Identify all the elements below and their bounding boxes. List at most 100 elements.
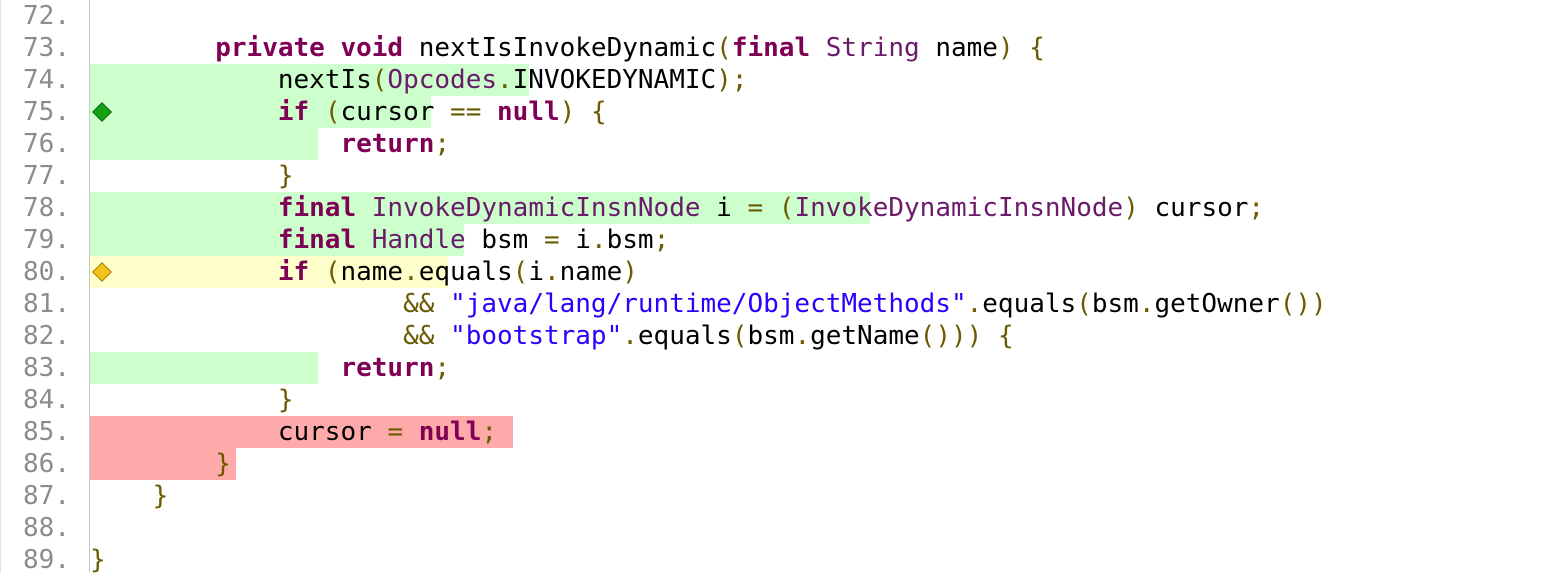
code-token: .	[966, 289, 983, 319]
code-token: (	[778, 193, 795, 223]
code-token: bsm	[465, 225, 544, 255]
code-token: return	[340, 353, 435, 383]
code-token: null	[418, 417, 482, 447]
code-line: 86. }	[0, 448, 1558, 480]
code-token: bsm	[1091, 289, 1139, 319]
code-token: "bootstrap"	[450, 321, 623, 351]
code-text: if (name.equals(i.name)	[90, 256, 638, 288]
code-token: }	[215, 449, 231, 479]
line-number: 81.	[23, 289, 70, 319]
code-text: final Handle bsm = i.bsm;	[90, 224, 669, 256]
line-number: 80.	[23, 257, 70, 287]
code-text: }	[90, 544, 106, 576]
code-text: nextIs(Opcodes.INVOKEDYNAMIC);	[90, 64, 748, 96]
code-token: return	[340, 129, 435, 159]
code-line: 72.	[0, 0, 1558, 32]
code-line: 83. return;	[0, 352, 1558, 384]
code-token: (	[731, 321, 748, 351]
code-token: (	[512, 257, 529, 287]
code-line: 78. final InvokeDynamicInsnNode i = (Inv…	[0, 192, 1558, 224]
code-token: }	[152, 481, 169, 511]
code-token: INVOKEDYNAMIC	[512, 65, 717, 95]
code-token: }	[277, 385, 294, 415]
code-token: ())	[1279, 289, 1327, 319]
code-line: 89.}	[0, 544, 1558, 576]
code-line: 75. if (cursor == null) {	[0, 96, 1558, 128]
code-text: && "java/lang/runtime/ObjectMethods".equ…	[90, 288, 1327, 320]
line-number: 79.	[23, 225, 70, 255]
code-token: .	[1138, 289, 1155, 319]
code-text: return;	[90, 352, 450, 384]
code-token: String	[825, 33, 920, 63]
line-number: 88.	[23, 513, 70, 543]
code-text: final InvokeDynamicInsnNode i = (InvokeD…	[90, 192, 1264, 224]
line-number: 77.	[23, 161, 70, 191]
code-token: =	[747, 193, 764, 223]
code-token: ;	[434, 129, 451, 159]
code-line: 82. && "bootstrap".equals(bsm.getName())…	[0, 320, 1558, 352]
code-token: name	[559, 257, 623, 287]
code-token: )	[1123, 193, 1139, 223]
code-token: ;	[1248, 193, 1265, 223]
code-token: bsm	[747, 321, 795, 351]
code-line: 87. }	[0, 480, 1558, 512]
code-token: Opcodes	[387, 65, 497, 95]
code-token: (	[1076, 289, 1092, 319]
line-number: 78.	[23, 193, 70, 223]
code-token: null	[497, 97, 560, 127]
code-token: i	[700, 193, 748, 223]
code-line: 77. }	[0, 160, 1558, 192]
code-text: cursor = null;	[90, 416, 497, 448]
line-number: 84.	[23, 385, 70, 415]
code-token: Handle	[371, 225, 466, 255]
code-text: && "bootstrap".equals(bsm.getName())) {	[90, 320, 1014, 352]
code-token: )	[622, 257, 638, 287]
code-line: 84. }	[0, 384, 1558, 416]
line-number: 85.	[23, 417, 70, 447]
code-token: InvokeDynamicInsnNode	[371, 193, 701, 223]
code-token: )	[559, 97, 576, 127]
code-token: .	[590, 225, 607, 255]
line-number: 86.	[23, 449, 70, 479]
code-token: equals	[982, 289, 1077, 319]
code-token: {	[590, 97, 607, 127]
code-token: .	[497, 65, 513, 95]
code-line: 88.	[0, 512, 1558, 544]
code-token: &&	[403, 289, 435, 319]
code-token: equals	[637, 321, 732, 351]
code-token: .	[403, 257, 419, 287]
code-text: }	[90, 160, 294, 192]
code-token: cursor	[340, 97, 451, 127]
code-line: 81. && "java/lang/runtime/ObjectMethods"…	[0, 288, 1558, 320]
line-number: 76.	[23, 129, 70, 159]
code-text: private void nextIsInvokeDynamic(final S…	[90, 32, 1045, 64]
code-token: final	[731, 33, 811, 63]
code-token: (	[324, 97, 341, 127]
code-line: 79. final Handle bsm = i.bsm;	[0, 224, 1558, 256]
code-token: getName	[810, 321, 920, 351]
line-number: 75.	[23, 97, 70, 127]
line-number: 73.	[23, 33, 70, 63]
code-line: 74. nextIs(Opcodes.INVOKEDYNAMIC);	[0, 64, 1558, 96]
code-line: 80. if (name.equals(i.name)	[0, 256, 1558, 288]
code-token: (	[324, 257, 341, 287]
